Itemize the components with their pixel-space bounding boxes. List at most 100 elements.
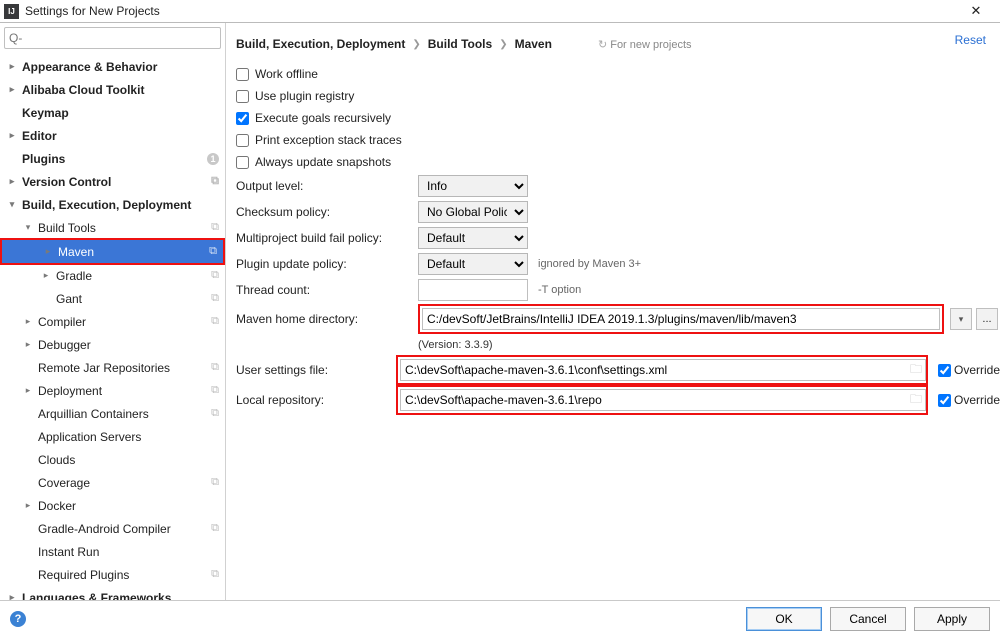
thread-count-input[interactable] <box>418 279 528 301</box>
user-settings-override[interactable]: Override <box>938 363 1000 377</box>
sidebar-item-gradle-android-compiler[interactable]: Gradle-Android Compiler ⧉ <box>0 517 225 540</box>
maven-home-highlight <box>418 304 944 334</box>
sidebar-item-label: Application Servers <box>38 430 141 444</box>
tree-twisty-icon[interactable]: ▸ <box>22 385 34 396</box>
dialog-footer: ? OK Cancel Apply <box>0 600 1000 637</box>
sidebar-item-application-servers[interactable]: Application Servers <box>0 425 225 448</box>
help-icon[interactable]: ? <box>10 611 26 627</box>
cancel-button[interactable]: Cancel <box>830 607 906 631</box>
project-scope-icon: ⧉ <box>211 175 219 188</box>
always-update-label: Always update snapshots <box>255 155 391 169</box>
sidebar-item-label: Gradle-Android Compiler <box>38 522 171 536</box>
output-level-select[interactable]: Info <box>418 175 528 197</box>
sidebar-item-editor[interactable]: ▸Editor <box>0 124 225 147</box>
sidebar-item-alibaba-cloud-toolkit[interactable]: ▸Alibaba Cloud Toolkit <box>0 78 225 101</box>
sidebar-item-label: Keymap <box>22 106 69 120</box>
settings-tree[interactable]: ▸ Appearance & Behavior ▸Alibaba Cloud Too… <box>0 53 225 600</box>
ok-button[interactable]: OK <box>746 607 822 631</box>
sidebar-item-coverage[interactable]: Coverage⧉ <box>0 471 225 494</box>
tree-twisty-icon[interactable]: ▸ <box>6 84 18 95</box>
search-input[interactable] <box>4 27 221 49</box>
tree-twisty-icon[interactable]: ▾ <box>22 222 34 233</box>
plugin-update-label: Plugin update policy: <box>236 257 418 271</box>
checksum-policy-select[interactable]: No Global Policy <box>418 201 528 223</box>
tree-twisty-icon[interactable]: ▸ <box>22 339 34 350</box>
always-update-checkbox[interactable] <box>236 156 249 169</box>
app-icon: IJ <box>4 4 19 19</box>
sidebar-item-docker[interactable]: ▸Docker <box>0 494 225 517</box>
use-plugin-registry-checkbox[interactable] <box>236 90 249 103</box>
tree-twisty-icon[interactable]: ▸ <box>6 592 18 600</box>
sidebar-item-instant-run[interactable]: Instant Run <box>0 540 225 563</box>
scope-note: For new projects <box>598 38 692 51</box>
tree-twisty-icon[interactable]: ▸ <box>22 500 34 511</box>
sidebar-item-gant[interactable]: Gant⧉ <box>0 287 225 310</box>
sidebar-item-label: Instant Run <box>38 545 99 559</box>
sidebar-item-label: Build Tools <box>38 221 96 235</box>
breadcrumb-a: Build, Execution, Deployment <box>236 37 405 51</box>
sidebar-item-build-tools[interactable]: ▾ Build Tools ⧉ <box>0 216 225 239</box>
execute-goals-checkbox[interactable] <box>236 112 249 125</box>
sidebar-item-required-plugins[interactable]: Required Plugins⧉ <box>0 563 225 586</box>
sidebar-item-label: Arquillian Containers <box>38 407 149 421</box>
tree-twisty-icon[interactable]: ▸ <box>6 176 18 187</box>
sidebar-item-remote-jar-repositories[interactable]: Remote Jar Repositories⧉ <box>0 356 225 379</box>
sidebar-item-label: Debugger <box>38 338 91 352</box>
maven-home-input[interactable] <box>422 308 940 330</box>
tree-twisty-icon[interactable]: ▸ <box>6 61 18 72</box>
multiproject-fail-select[interactable]: Default <box>418 227 528 249</box>
user-settings-input[interactable] <box>400 359 926 381</box>
project-scope-icon: ⧉ <box>211 221 219 234</box>
sidebar-item-label: Appearance & Behavior <box>22 60 157 74</box>
sidebar-item-languages-frameworks[interactable]: ▸Languages & Frameworks <box>0 586 225 600</box>
sidebar-item-keymap[interactable]: Keymap <box>0 101 225 124</box>
sidebar-item-label: Gant <box>56 292 82 306</box>
window-title: Settings for New Projects <box>25 4 956 18</box>
title-bar: IJ Settings for New Projects ✕ <box>0 0 1000 23</box>
apply-button[interactable]: Apply <box>914 607 990 631</box>
tree-twisty-icon[interactable]: ▾ <box>6 199 18 210</box>
sidebar-item-build-execution-deployment[interactable]: ▾Build, Execution, Deployment <box>0 193 225 216</box>
tree-twisty-icon[interactable]: ▸ <box>40 270 52 281</box>
sidebar-item-clouds[interactable]: Clouds <box>0 448 225 471</box>
folder-icon[interactable]: 🗀 <box>908 362 924 378</box>
sidebar-item-debugger[interactable]: ▸ Debugger <box>0 333 225 356</box>
multiproject-fail-label: Multiproject build fail policy: <box>236 231 418 245</box>
work-offline-label: Work offline <box>255 67 318 81</box>
chevron-right-icon: ❯ <box>499 39 507 50</box>
sidebar-item-label: Version Control <box>22 175 111 189</box>
sidebar-item-plugins[interactable]: Plugins1 <box>0 147 225 170</box>
reset-link[interactable]: Reset <box>955 33 986 47</box>
sidebar-item-deployment[interactable]: ▸Deployment⧉ <box>0 379 225 402</box>
print-exception-checkbox[interactable] <box>236 134 249 147</box>
close-icon[interactable]: ✕ <box>956 3 996 19</box>
tree-twisty-icon[interactable]: ▸ <box>6 130 18 141</box>
maven-home-browse-button[interactable]: ... <box>976 308 998 330</box>
sidebar-item-label: Remote Jar Repositories <box>38 361 170 375</box>
project-scope-icon: ⧉ <box>211 568 219 581</box>
sidebar-item-maven[interactable]: ▸Maven⧉ <box>2 240 223 263</box>
maven-home-dropdown[interactable]: ▾ <box>950 308 972 330</box>
work-offline-checkbox[interactable] <box>236 68 249 81</box>
local-repo-override[interactable]: Override <box>938 393 1000 407</box>
breadcrumb: Build, Execution, Deployment ❯ Build Too… <box>236 33 1000 55</box>
folder-icon[interactable]: 🗀 <box>908 392 924 408</box>
project-scope-icon: ⧉ <box>211 315 219 328</box>
local-repo-override-checkbox[interactable] <box>938 394 951 407</box>
sidebar-item-arquillian-containers[interactable]: Arquillian Containers⧉ <box>0 402 225 425</box>
user-settings-override-checkbox[interactable] <box>938 364 951 377</box>
local-repo-input[interactable] <box>400 389 926 411</box>
project-scope-icon: ⧉ <box>211 522 219 535</box>
sidebar-item-label: Compiler <box>38 315 86 329</box>
sidebar-item-label: Gradle <box>56 269 92 283</box>
tree-twisty-icon[interactable]: ▸ <box>22 316 34 327</box>
sidebar-item-appearance-behavior[interactable]: ▸ Appearance & Behavior <box>0 55 225 78</box>
sidebar-item-label: Deployment <box>38 384 102 398</box>
tree-twisty-icon[interactable]: ▸ <box>42 246 54 257</box>
sidebar-item-compiler[interactable]: ▸ Compiler ⧉ <box>0 310 225 333</box>
plugin-update-select[interactable]: Default <box>418 253 528 275</box>
sidebar-item-version-control[interactable]: ▸ Version Control ⧉ <box>0 170 225 193</box>
sidebar-item-gradle[interactable]: ▸Gradle⧉ <box>0 264 225 287</box>
breadcrumb-c: Maven <box>515 37 552 51</box>
use-plugin-registry-label: Use plugin registry <box>255 89 354 103</box>
